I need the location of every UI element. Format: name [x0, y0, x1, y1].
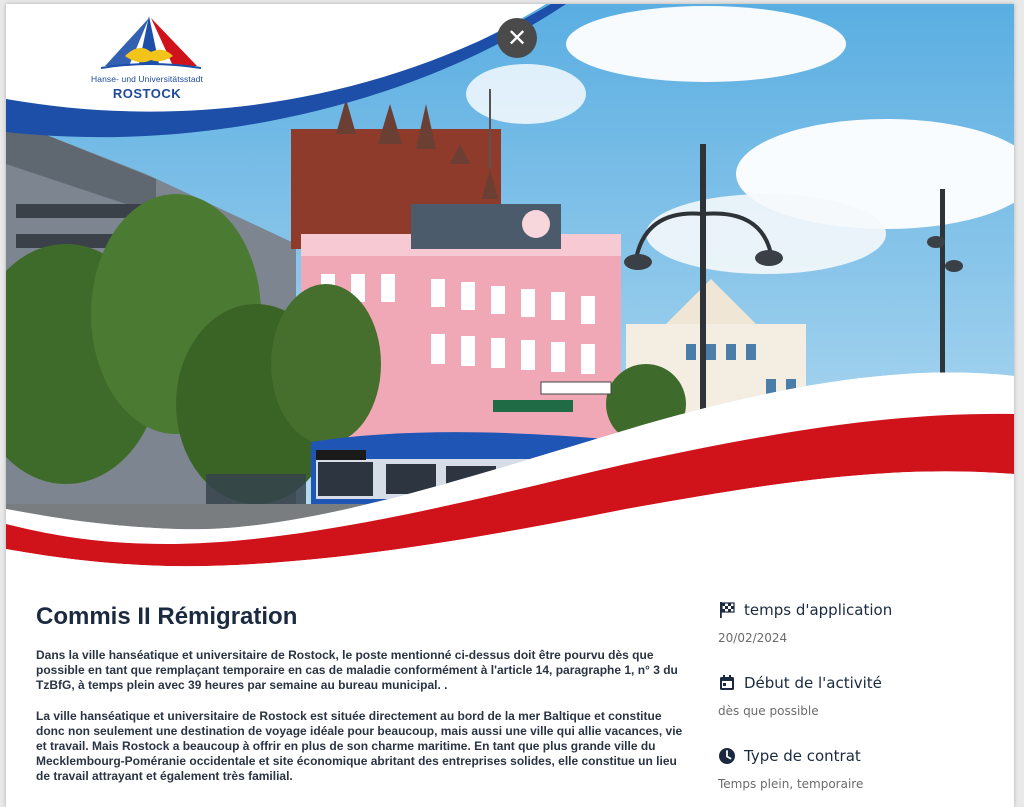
logo-subtitle: Hanse- und Universitätsstadt	[91, 74, 203, 84]
calendar-icon	[720, 675, 734, 690]
application-deadline-block: temps d'application 20/02/2024	[718, 601, 998, 645]
start-date-block: Début de l'activité dès que possible	[718, 674, 998, 718]
job-description: Commis II Rémigration Dans la ville hans…	[36, 594, 696, 785]
close-button[interactable]: ✕	[497, 18, 537, 58]
job-detail-card: Hanse- und Universitätsstadt ROSTOCK ✕ C…	[6, 4, 1014, 807]
close-icon: ✕	[506, 24, 528, 52]
flag-checkered-icon	[720, 602, 735, 618]
start-label: Début de l'activité	[744, 674, 882, 692]
page-title: Commis II Rémigration	[36, 603, 298, 630]
application-label: temps d'application	[744, 601, 893, 619]
contract-type-block: Type de contrat Temps plein, temporaire	[718, 747, 998, 791]
logo-title: ROSTOCK	[112, 86, 182, 101]
application-date: 20/02/2024	[718, 631, 788, 645]
city-paragraph: La ville hanséatique et universitaire de…	[36, 708, 683, 784]
clock-icon	[719, 748, 735, 764]
start-value: dès que possible	[718, 704, 819, 718]
job-facts-sidebar: temps d'application 20/02/2024 Début de …	[718, 601, 998, 791]
contract-label: Type de contrat	[744, 747, 861, 765]
city-logo[interactable]: Hanse- und Universitätsstadt ROSTOCK	[82, 74, 212, 101]
contract-value: Temps plein, temporaire	[718, 777, 864, 791]
intro-paragraph: Dans la ville hanséatique et universitai…	[36, 648, 678, 693]
